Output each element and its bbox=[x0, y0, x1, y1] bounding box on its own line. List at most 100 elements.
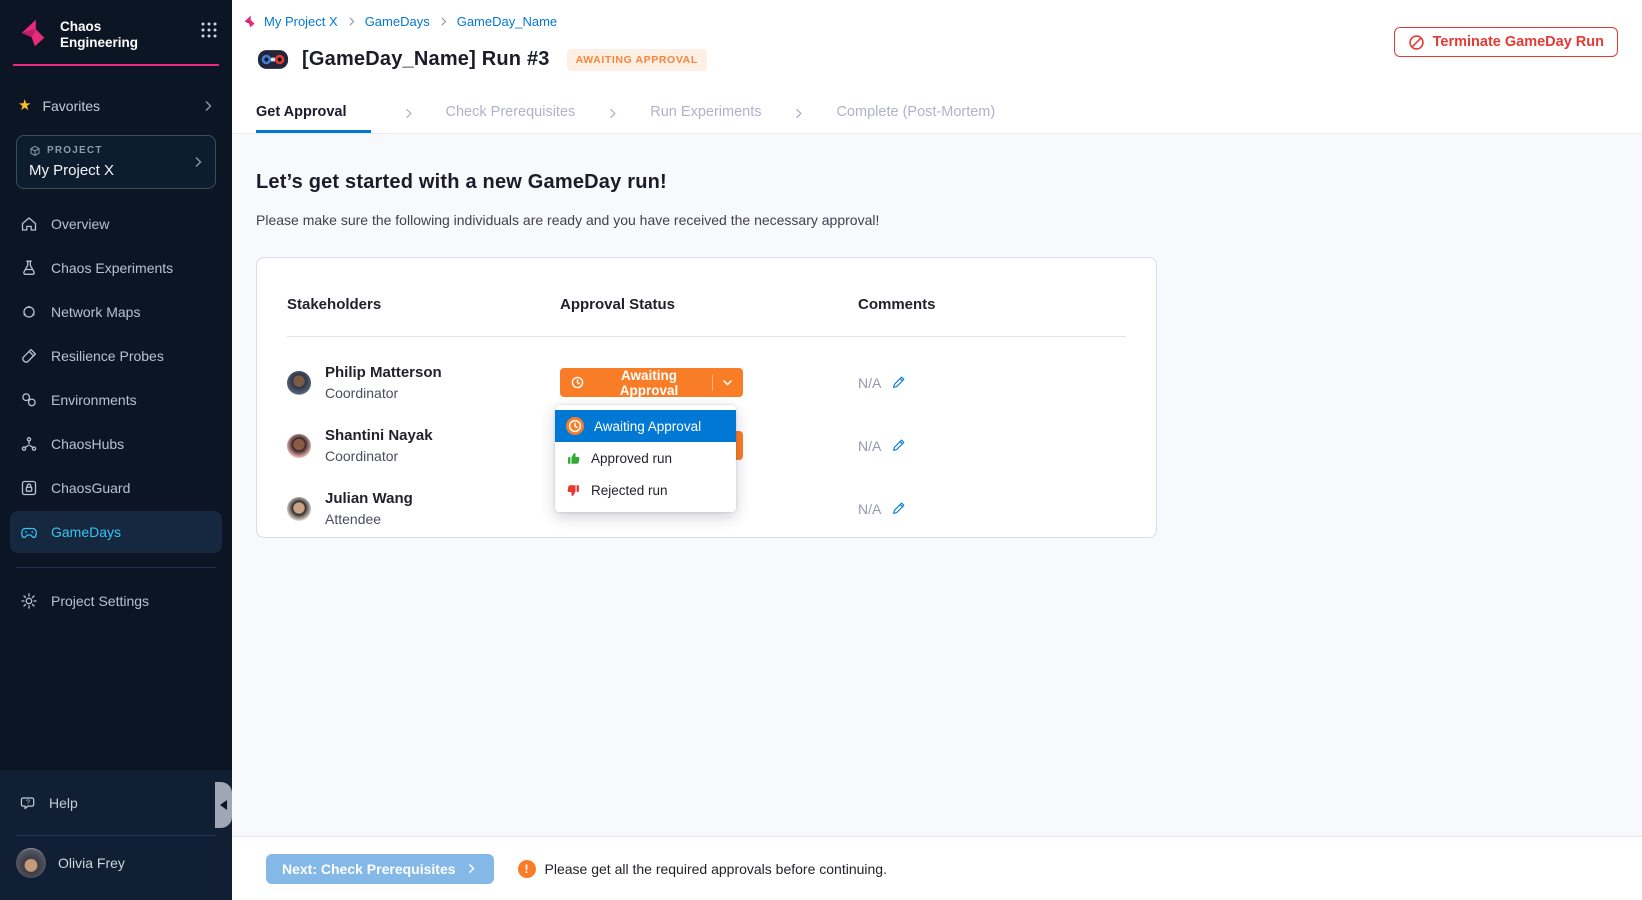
sidebar-item-resilience-probes[interactable]: Resilience Probes bbox=[10, 335, 222, 377]
user-name: Olivia Frey bbox=[58, 855, 125, 871]
edit-comment-icon[interactable] bbox=[891, 375, 906, 390]
stakeholder-cell: Shantini Nayak Coordinator bbox=[287, 427, 560, 464]
stakeholder-name: Julian Wang bbox=[325, 490, 413, 507]
sidebar-item-network-maps[interactable]: Network Maps bbox=[10, 291, 222, 333]
edit-comment-icon[interactable] bbox=[891, 501, 906, 516]
sidebar-item-chaoshubs[interactable]: ChaosHubs bbox=[10, 423, 222, 465]
edit-comment-icon[interactable] bbox=[891, 438, 906, 453]
chevron-right-icon bbox=[345, 15, 358, 28]
column-comments: Comments bbox=[858, 296, 1126, 313]
comment-value: N/A bbox=[858, 501, 881, 517]
comment-cell: N/A bbox=[858, 501, 1126, 517]
nav-label: Project Settings bbox=[51, 593, 149, 609]
comment-cell: N/A bbox=[858, 438, 1126, 454]
step-complete-post-mortem[interactable]: Complete (Post-Mortem) bbox=[836, 104, 995, 133]
sidebar-item-gamedays[interactable]: GameDays bbox=[10, 511, 222, 553]
stakeholder-role: Attendee bbox=[325, 511, 413, 527]
button-divider bbox=[712, 375, 713, 391]
sidebar-item-project-settings[interactable]: Project Settings bbox=[10, 580, 222, 622]
nav-label: Chaos Experiments bbox=[51, 260, 173, 276]
page-header: My Project X GameDays GameDay_Name bbox=[232, 0, 1642, 90]
sidebar-nav: Overview Chaos Experiments Network Maps … bbox=[0, 203, 232, 553]
stakeholder-role: Coordinator bbox=[325, 448, 433, 464]
sidebar-item-environments[interactable]: Environments bbox=[10, 379, 222, 421]
status-label: Awaiting Approval bbox=[594, 368, 704, 398]
sidebar-item-overview[interactable]: Overview bbox=[10, 203, 222, 245]
footer-bar: Next: Check Prerequisites ! Please get a… bbox=[232, 836, 1642, 900]
option-label: Awaiting Approval bbox=[594, 419, 701, 434]
breadcrumb-gameday-name-link[interactable]: GameDay_Name bbox=[457, 14, 557, 29]
star-icon: ★ bbox=[18, 98, 31, 113]
comment-cell: N/A bbox=[858, 375, 1126, 391]
chevron-right-icon bbox=[200, 98, 216, 114]
sidebar-divider bbox=[16, 567, 216, 568]
project-name: My Project X bbox=[29, 162, 189, 179]
gamepad-run-icon bbox=[257, 49, 289, 70]
avatar bbox=[287, 371, 311, 395]
nav-label: ChaosGuard bbox=[51, 480, 130, 496]
approval-status-dropdown-button[interactable]: Awaiting Approval bbox=[560, 368, 743, 397]
approval-warning: ! Please get all the required approvals … bbox=[518, 860, 887, 878]
column-approval-status: Approval Status bbox=[560, 296, 858, 313]
avatar bbox=[287, 497, 311, 521]
sidebar-item-help[interactable]: ? Help bbox=[0, 786, 232, 820]
next-button-label: Next: Check Prerequisites bbox=[282, 861, 456, 877]
user-avatar bbox=[16, 848, 46, 878]
dropdown-option-awaiting-approval[interactable]: Awaiting Approval bbox=[555, 410, 736, 442]
next-check-prerequisites-button[interactable]: Next: Check Prerequisites bbox=[266, 854, 494, 884]
run-stepper: Get Approval Check Prerequisites Run Exp… bbox=[232, 90, 1642, 134]
table-header: Stakeholders Approval Status Comments bbox=[287, 296, 1126, 313]
terminate-gameday-run-button[interactable]: Terminate GameDay Run bbox=[1394, 27, 1618, 57]
user-menu[interactable]: Olivia Frey bbox=[0, 836, 232, 878]
approval-status-dropdown-menu: Awaiting Approval Approved run Rejected … bbox=[555, 405, 736, 512]
chevron-left-icon bbox=[220, 800, 227, 810]
dropdown-option-approved-run[interactable]: Approved run bbox=[555, 442, 736, 474]
content-area: Let’s get started with a new GameDay run… bbox=[232, 134, 1642, 836]
app-window: Chaos Engineering ★ Favorites bbox=[0, 0, 1642, 900]
chevron-right-icon bbox=[190, 154, 206, 170]
step-get-approval[interactable]: Get Approval bbox=[256, 104, 371, 133]
help-chat-icon: ? bbox=[20, 795, 37, 812]
probe-icon bbox=[20, 347, 38, 365]
flask-icon bbox=[20, 259, 38, 277]
stakeholder-name: Philip Matterson bbox=[325, 364, 442, 381]
approvals-card: Stakeholders Approval Status Comments Ph… bbox=[256, 257, 1157, 538]
thumbs-up-icon bbox=[566, 451, 581, 466]
nav-label: ChaosHubs bbox=[51, 436, 124, 452]
shield-lock-icon bbox=[20, 479, 38, 497]
content-subheading: Please make sure the following individua… bbox=[256, 212, 1642, 228]
page-title: [GameDay_Name] Run #3 bbox=[302, 48, 550, 71]
clock-icon bbox=[566, 417, 584, 435]
help-label: Help bbox=[49, 795, 78, 811]
breadcrumb-gamedays-link[interactable]: GameDays bbox=[365, 14, 430, 29]
chaos-mini-logo-icon bbox=[242, 14, 257, 29]
hub-icon bbox=[20, 435, 38, 453]
prohibit-icon bbox=[1408, 34, 1425, 51]
sidebar-collapse-handle[interactable] bbox=[215, 782, 232, 828]
sidebar-favorites[interactable]: ★ Favorites bbox=[18, 90, 216, 122]
chevron-right-icon bbox=[791, 106, 806, 133]
sidebar-item-chaosguard[interactable]: ChaosGuard bbox=[10, 467, 222, 509]
step-run-experiments[interactable]: Run Experiments bbox=[650, 104, 761, 133]
chaos-engineering-logo-icon bbox=[16, 16, 50, 50]
stakeholder-cell: Philip Matterson Coordinator bbox=[287, 364, 560, 401]
favorites-label: Favorites bbox=[42, 98, 100, 114]
gamepad-icon bbox=[20, 523, 38, 541]
step-check-prerequisites[interactable]: Check Prerequisites bbox=[446, 104, 576, 133]
stakeholder-name: Shantini Nayak bbox=[325, 427, 433, 444]
column-stakeholders: Stakeholders bbox=[287, 296, 560, 313]
nav-label: GameDays bbox=[51, 524, 121, 540]
dropdown-option-rejected-run[interactable]: Rejected run bbox=[555, 474, 736, 506]
sidebar-bottom: ? Help Olivia Frey bbox=[0, 770, 232, 900]
comment-value: N/A bbox=[858, 438, 881, 454]
project-selector[interactable]: PROJECT My Project X bbox=[16, 135, 216, 189]
main-area: My Project X GameDays GameDay_Name bbox=[232, 0, 1642, 900]
chevron-down-icon bbox=[721, 376, 734, 389]
module-grid-icon[interactable] bbox=[200, 16, 218, 39]
cube-icon bbox=[29, 145, 41, 157]
chevron-right-icon bbox=[401, 106, 416, 133]
chevron-right-icon bbox=[437, 15, 450, 28]
breadcrumb-project-link[interactable]: My Project X bbox=[264, 14, 338, 29]
sidebar-item-chaos-experiments[interactable]: Chaos Experiments bbox=[10, 247, 222, 289]
clock-icon bbox=[569, 374, 586, 391]
